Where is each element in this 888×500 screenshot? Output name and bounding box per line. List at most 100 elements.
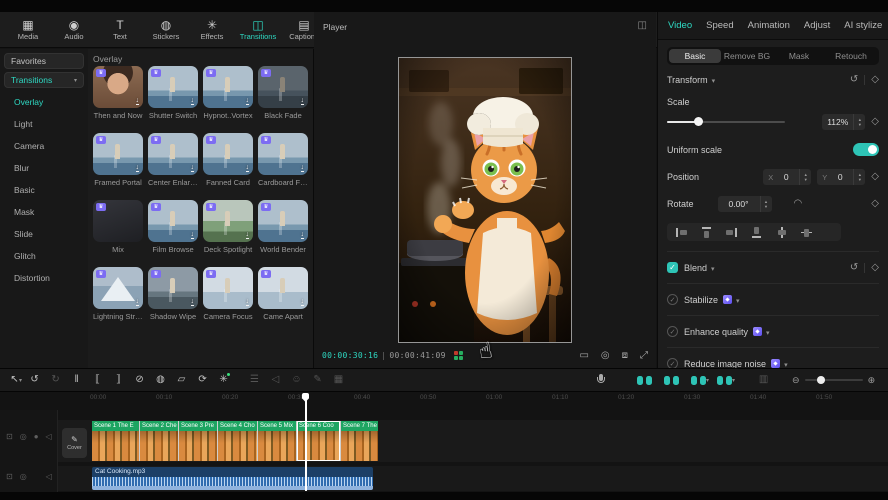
- zoom-out-icon[interactable]: ⊖: [792, 375, 800, 386]
- align-center-vertical-icon[interactable]: [800, 226, 813, 239]
- audio-clip[interactable]: Cat Cooking.mp3: [92, 467, 373, 490]
- zoom-in-icon[interactable]: ⊕: [868, 375, 876, 386]
- sidebar-item-light[interactable]: Light: [14, 119, 32, 129]
- preview-axis-icon[interactable]: ▥: [753, 374, 774, 386]
- subtab-mask[interactable]: Mask: [773, 49, 825, 63]
- toolbar-item-transitions[interactable]: ◫Transitions: [236, 19, 280, 41]
- speaker-icon[interactable]: ◁: [265, 374, 286, 386]
- transition-thumbnail[interactable]: [148, 267, 198, 309]
- transition-thumbnail[interactable]: [93, 267, 143, 309]
- transition-thumbnail[interactable]: [148, 133, 198, 175]
- transition-thumbnail[interactable]: [93, 200, 143, 242]
- track-dot-icon[interactable]: ●: [34, 432, 39, 441]
- toolbar-item-effects[interactable]: ✳Effects: [190, 19, 234, 41]
- film-tool-icon[interactable]: ▦: [328, 374, 349, 386]
- transition-thumbnail[interactable]: [93, 133, 143, 175]
- trim-right-icon[interactable]: ⟧: [108, 374, 129, 386]
- focus-icon[interactable]: ◎: [601, 350, 610, 361]
- transition-thumbnail[interactable]: [203, 200, 253, 242]
- position-y-stepper[interactable]: [853, 169, 865, 185]
- track-frame-icon[interactable]: ⊡: [6, 472, 13, 481]
- video-preview[interactable]: [399, 58, 571, 342]
- transition-thumbnail[interactable]: [148, 66, 198, 108]
- toolbar-item-text[interactable]: TText: [98, 19, 142, 41]
- scale-slider[interactable]: [667, 121, 785, 123]
- keyframe-icon[interactable]: ◇: [871, 75, 879, 85]
- blend-label[interactable]: Blend: [684, 263, 715, 273]
- snap-toggle-icon[interactable]: [691, 376, 706, 385]
- track-mute-icon[interactable]: ◁: [46, 472, 52, 481]
- transition-thumbnail[interactable]: [258, 133, 308, 175]
- scale-stepper[interactable]: [853, 114, 865, 130]
- rotate-dial-icon[interactable]: ◠: [794, 199, 803, 209]
- transition-thumbnail[interactable]: [93, 66, 143, 108]
- keyframe-icon[interactable]: ◇: [871, 117, 879, 127]
- rotate-value-box[interactable]: 0.00°: [718, 196, 772, 212]
- stabilize-checkbox[interactable]: [667, 294, 678, 305]
- ratio-icon[interactable]: ▭: [579, 350, 588, 361]
- magnet-toggle-icon[interactable]: [637, 376, 652, 385]
- transition-thumbnail[interactable]: [258, 66, 308, 108]
- transition-thumbnail[interactable]: [203, 267, 253, 309]
- track-droplet-icon[interactable]: ◎: [20, 432, 27, 441]
- crop-icon[interactable]: ▱: [171, 374, 192, 386]
- favorites-button[interactable]: Favorites: [4, 53, 84, 69]
- align-right-icon[interactable]: [725, 226, 738, 239]
- record-voiceover-icon[interactable]: [597, 374, 605, 386]
- reduce-noise-expand[interactable]: [780, 359, 788, 369]
- avatar-tool-icon[interactable]: ☺: [286, 374, 307, 386]
- uniform-scale-toggle[interactable]: [853, 143, 879, 156]
- clip-scene-3[interactable]: Scene 3 Pre: [179, 421, 217, 461]
- clip-scene-5[interactable]: Scene 5 Mix: [258, 421, 296, 461]
- snap-caret-icon[interactable]: ▾: [706, 377, 709, 384]
- scale-value-box[interactable]: 112%: [822, 114, 865, 130]
- transition-thumbnail[interactable]: [258, 267, 308, 309]
- keyframe-icon[interactable]: ◇: [871, 199, 879, 209]
- subtab-remove-bg[interactable]: Remove BG: [721, 49, 773, 63]
- link-toggle-icon[interactable]: [664, 376, 679, 385]
- keyframe-icon[interactable]: ◇: [871, 172, 879, 182]
- enhance-quality-expand[interactable]: [762, 327, 770, 337]
- clip-scene-2[interactable]: Scene 2 Che: [140, 421, 178, 461]
- reset-icon[interactable]: ↺: [850, 263, 858, 273]
- player-layout-icon[interactable]: ◫: [638, 20, 647, 31]
- loop-icon[interactable]: ⟳: [192, 374, 213, 386]
- align-top-icon[interactable]: [700, 226, 713, 239]
- blend-checkbox[interactable]: [667, 262, 678, 273]
- sidebar-item-camera[interactable]: Camera: [14, 141, 44, 151]
- align-left-icon[interactable]: [675, 226, 688, 239]
- mask-tool-icon[interactable]: ◍: [150, 374, 171, 386]
- toolbar-item-stickers[interactable]: ◍Stickers: [144, 19, 188, 41]
- tab-video[interactable]: Video: [668, 20, 692, 31]
- clip-scene-1[interactable]: Scene 1 The E: [92, 421, 139, 461]
- cover-button[interactable]: ✎ Cover: [62, 428, 87, 458]
- transform-title[interactable]: Transform: [667, 75, 715, 85]
- magic-tool-icon[interactable]: ✳: [213, 374, 234, 386]
- position-y-box[interactable]: Y 0: [817, 169, 865, 185]
- subtab-retouch[interactable]: Retouch: [825, 49, 877, 63]
- split-icon[interactable]: ‖: [66, 374, 87, 386]
- sidebar-item-mask[interactable]: Mask: [14, 207, 34, 217]
- position-x-stepper[interactable]: [799, 169, 811, 185]
- redo-icon[interactable]: ↻: [45, 374, 66, 386]
- transitions-dropdown[interactable]: Transitions ▾: [4, 72, 84, 88]
- clip-scene-7[interactable]: Scene 7 The: [341, 421, 378, 461]
- tab-ai-stylize[interactable]: AI stylize: [844, 20, 882, 31]
- sidebar-item-glitch[interactable]: Glitch: [14, 251, 36, 261]
- transition-thumbnail[interactable]: [258, 200, 308, 242]
- sidebar-item-distortion[interactable]: Distortion: [14, 273, 50, 283]
- transition-thumbnail[interactable]: [203, 66, 253, 108]
- toolbar-item-audio[interactable]: ◉Audio: [52, 19, 96, 41]
- subtab-basic[interactable]: Basic: [669, 49, 721, 63]
- track-droplet-icon[interactable]: ◎: [20, 472, 27, 481]
- align-bottom-icon[interactable]: [750, 226, 763, 239]
- align-center-horizontal-icon[interactable]: [775, 226, 788, 239]
- trim-left-icon[interactable]: ⟦: [87, 374, 108, 386]
- tab-adjust[interactable]: Adjust: [804, 20, 830, 31]
- track-options-icon[interactable]: [717, 376, 732, 385]
- delete-icon[interactable]: ⊘: [129, 374, 150, 386]
- select-tool-icon[interactable]: ↖: [4, 374, 25, 386]
- fullscreen-icon[interactable]: ⤢: [640, 350, 648, 361]
- sidebar-item-overlay[interactable]: Overlay: [14, 97, 43, 107]
- track-frame-icon[interactable]: ⊡: [6, 432, 13, 441]
